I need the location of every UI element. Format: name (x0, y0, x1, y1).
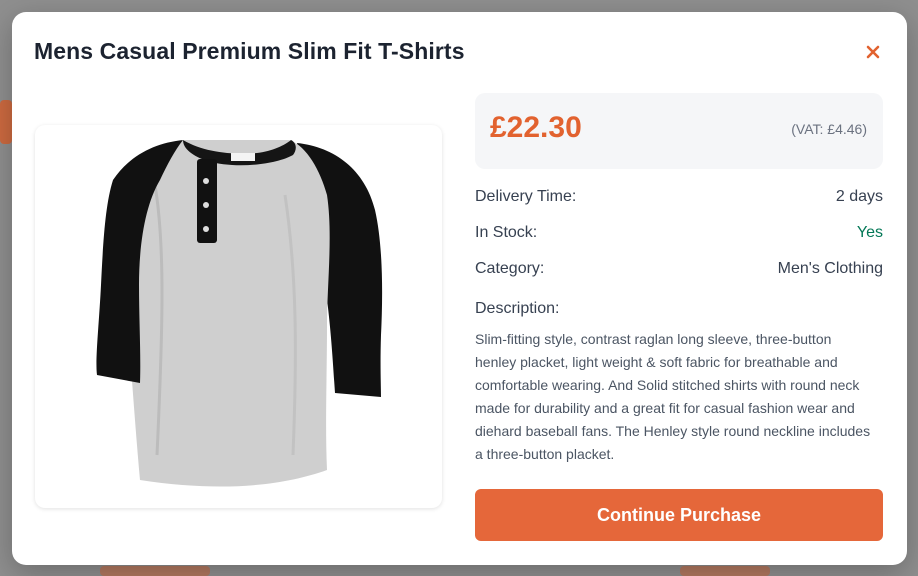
category-value: Men's Clothing (777, 260, 883, 277)
modal-title: Mens Casual Premium Slim Fit T-Shirts (34, 38, 465, 64)
continue-purchase-button[interactable]: Continue Purchase (475, 489, 883, 541)
product-modal: Mens Casual Premium Slim Fit T-Shirts £2… (12, 12, 907, 565)
description-label: Description: (475, 300, 560, 317)
price-box: £22.30 (VAT: £4.46) (475, 93, 883, 169)
product-image (96, 140, 383, 487)
in-stock-value: Yes (856, 224, 883, 241)
background-element (680, 566, 770, 576)
description-text: Slim-fitting style, contrast raglan long… (475, 331, 871, 462)
background-element (100, 566, 210, 576)
product-price: £22.30 (490, 111, 582, 144)
in-stock-label: In Stock: (475, 224, 538, 241)
vat-amount: (VAT: £4.46) (791, 121, 867, 137)
delivery-time-label: Delivery Time: (475, 188, 577, 205)
close-icon (866, 45, 880, 59)
category-label: Category: (475, 260, 545, 277)
background-element (0, 100, 12, 144)
delivery-time-row: Delivery Time: 2 days (475, 188, 883, 210)
in-stock-row: In Stock: Yes (475, 224, 883, 246)
product-image-card (35, 125, 442, 508)
delivery-time-value: 2 days (835, 188, 883, 205)
close-button[interactable] (861, 40, 885, 64)
category-row: Category: Men's Clothing (475, 260, 883, 282)
